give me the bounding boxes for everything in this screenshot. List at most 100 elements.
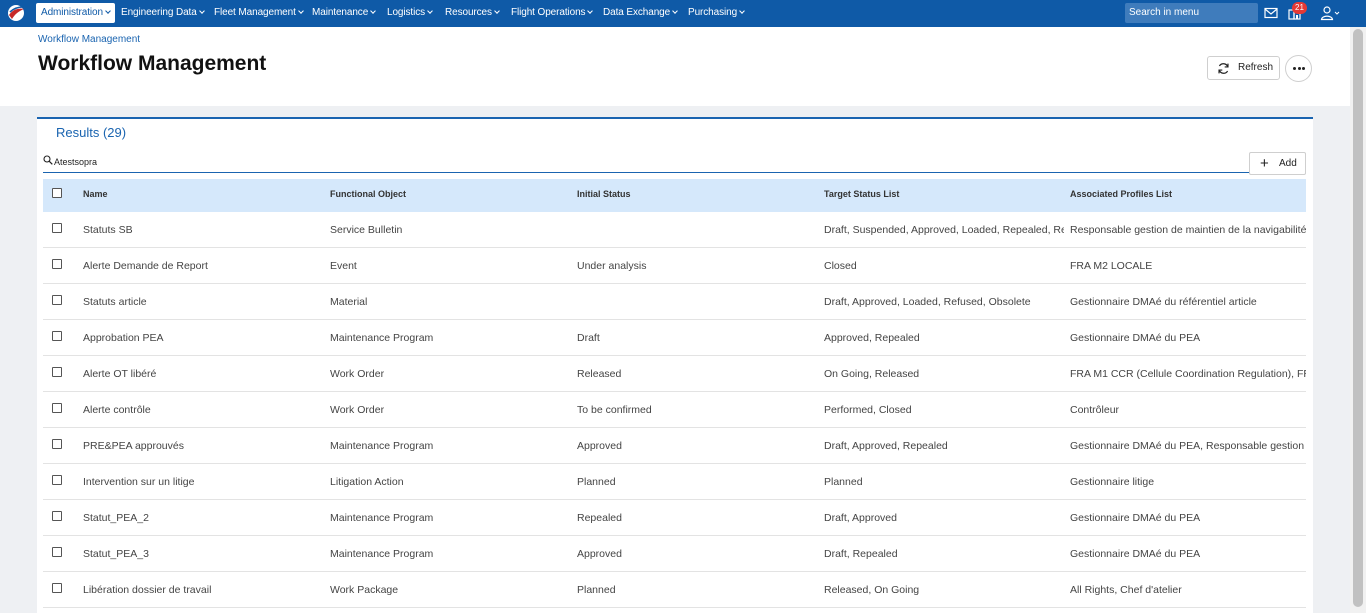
- more-dots-icon: [1293, 67, 1296, 70]
- chevron-down-icon: [672, 8, 678, 14]
- row-checkbox[interactable]: [52, 475, 62, 485]
- user-icon[interactable]: [1320, 5, 1340, 21]
- column-header-associated-profiles-list[interactable]: Associated Profiles List: [1070, 189, 1172, 199]
- nav-label: Logistics: [387, 7, 426, 18]
- table-cell: Performed, Closed: [824, 404, 912, 416]
- nav-administration[interactable]: Administration: [36, 3, 115, 23]
- table-row[interactable]: Statuts SB Service Bulletin Draft, Suspend…: [43, 212, 1306, 248]
- refresh-label: Refresh: [1238, 62, 1274, 73]
- table-cell: Material: [330, 296, 368, 308]
- table-cell: Gestionnaire DMAé du PEA: [1070, 512, 1201, 524]
- nav-flight-operations[interactable]: Flight Operations: [511, 0, 594, 27]
- nav-maintenance[interactable]: Maintenance: [312, 0, 377, 27]
- nav-label: Fleet Management: [214, 7, 296, 18]
- table-row[interactable]: Statuts article Material Draft, Approved, …: [43, 284, 1306, 320]
- table-header-row: Name Functional Object Initial Status Ta…: [43, 179, 1306, 212]
- table-cell: Gestionnaire DMAé du PEA, Responsable ge…: [1070, 440, 1306, 452]
- search-icon: [43, 155, 53, 165]
- row-checkbox[interactable]: [52, 223, 62, 233]
- table-row[interactable]: Approbation PEA Maintenance Program Draft A…: [43, 320, 1306, 356]
- table-cell: Alerte OT libéré: [83, 368, 157, 380]
- select-all-checkbox[interactable]: [52, 188, 62, 198]
- refresh-button[interactable]: Refresh: [1207, 56, 1280, 80]
- row-checkbox[interactable]: [52, 511, 62, 521]
- table-cell: Statut_PEA_3: [83, 548, 149, 560]
- table-row[interactable]: Intervention sur un litige Litigation Act…: [43, 464, 1306, 500]
- table-cell: Draft: [577, 332, 600, 344]
- table-cell: Alerte Demande de Report: [83, 260, 208, 272]
- table-cell: Work Package: [330, 584, 399, 596]
- nav-logistics[interactable]: Logistics: [387, 0, 433, 27]
- table-cell: Approved, Repealed: [824, 332, 920, 344]
- nav-engineering-data[interactable]: Engineering Data: [121, 0, 205, 27]
- row-checkbox[interactable]: [52, 331, 62, 341]
- breadcrumb[interactable]: Workflow Management: [38, 34, 140, 45]
- table-cell: Work Order: [330, 368, 385, 380]
- table-cell: Released, On Going: [824, 584, 920, 596]
- table-cell: Planned: [824, 476, 863, 488]
- results-search-input[interactable]: [54, 155, 654, 169]
- table-cell: Under analysis: [577, 260, 647, 272]
- table-cell: Contrôleur: [1070, 404, 1120, 416]
- chevron-down-icon: [587, 8, 594, 14]
- nav-label: Administration: [41, 7, 103, 18]
- table-row[interactable]: Statut_PEA_2 Maintenance Program Repealed D…: [43, 500, 1306, 536]
- table-row[interactable]: Alerte OT libéré Work Order Released On Goi…: [43, 356, 1306, 392]
- nav-resources[interactable]: Resources: [445, 0, 500, 27]
- table-cell: Maintenance Program: [330, 440, 434, 452]
- results-title: Results (29): [56, 125, 127, 140]
- table-row[interactable]: Alerte Demande de Report Event Under analy…: [43, 248, 1306, 284]
- table-cell: Repealed: [577, 512, 622, 524]
- row-checkbox[interactable]: [52, 583, 62, 593]
- nav-label: Engineering Data: [121, 7, 197, 18]
- row-checkbox[interactable]: [52, 439, 62, 449]
- row-checkbox[interactable]: [52, 259, 62, 269]
- table-row[interactable]: Alerte contrôle Work Order To be confirmed…: [43, 392, 1306, 428]
- row-checkbox[interactable]: [52, 403, 62, 413]
- table-cell: Draft, Repealed: [824, 548, 898, 560]
- table-cell: Service Bulletin: [330, 224, 403, 236]
- table-row[interactable]: PRE&PEA approuvés Maintenance Program Appr…: [43, 428, 1306, 464]
- table-cell: Maintenance Program: [330, 332, 434, 344]
- nav-fleet-management[interactable]: Fleet Management: [214, 0, 304, 27]
- table-row[interactable]: Libération dossier de travail Work Packag…: [43, 572, 1306, 608]
- chevron-down-icon: [494, 8, 500, 14]
- column-header-name[interactable]: Name: [83, 189, 108, 199]
- row-checkbox[interactable]: [52, 367, 62, 377]
- chevron-down-icon: [198, 8, 205, 14]
- table-cell: FRA M1 CCR (Cellule Coordination Regulat…: [1070, 368, 1306, 380]
- add-label: Add: [1279, 158, 1297, 169]
- row-checkbox[interactable]: [52, 295, 62, 305]
- scrollbar-thumb[interactable]: [1353, 29, 1363, 607]
- more-options-button[interactable]: [1285, 55, 1312, 82]
- menu-search-input[interactable]: Search in menu: [1125, 3, 1258, 23]
- table-cell: Gestionnaire litige: [1070, 476, 1155, 488]
- table-cell: Draft, Approved: [824, 512, 897, 524]
- column-header-initial-status[interactable]: Initial Status: [577, 189, 631, 199]
- table-cell: Draft, Approved, Repealed: [824, 440, 948, 452]
- nav-purchasing[interactable]: Purchasing: [688, 0, 745, 27]
- table-row[interactable]: Statut_PEA_3 Maintenance Program Approved D…: [43, 536, 1306, 572]
- table-cell: Draft, Suspended, Approved, Loaded, Repe…: [824, 224, 1064, 236]
- table-cell: All Rights, Chef d'atelier: [1070, 584, 1182, 596]
- table-cell: Litigation Action: [330, 476, 404, 488]
- chevron-down-icon: [739, 8, 745, 14]
- nav-data-exchange[interactable]: Data Exchange: [603, 0, 678, 27]
- column-header-functional-object[interactable]: Functional Object: [330, 189, 406, 199]
- refresh-icon: [1218, 63, 1229, 74]
- chevron-down-icon: [370, 8, 377, 14]
- table-cell: Libération dossier de travail: [83, 584, 212, 596]
- vertical-scrollbar[interactable]: [1350, 27, 1366, 613]
- add-button[interactable]: + Add: [1249, 152, 1306, 175]
- table-cell: Approbation PEA: [83, 332, 164, 344]
- app-logo-icon[interactable]: [6, 3, 26, 23]
- row-checkbox[interactable]: [52, 547, 62, 557]
- results-search-field[interactable]: [43, 152, 1249, 173]
- table-cell: Maintenance Program: [330, 512, 434, 524]
- mail-icon[interactable]: [1263, 5, 1279, 21]
- table-cell: Statut_PEA_2: [83, 512, 149, 524]
- column-header-target-status-list[interactable]: Target Status List: [824, 189, 899, 199]
- table-cell: Statuts article: [83, 296, 147, 308]
- plus-icon: +: [1260, 155, 1269, 172]
- chevron-down-icon: [105, 8, 111, 14]
